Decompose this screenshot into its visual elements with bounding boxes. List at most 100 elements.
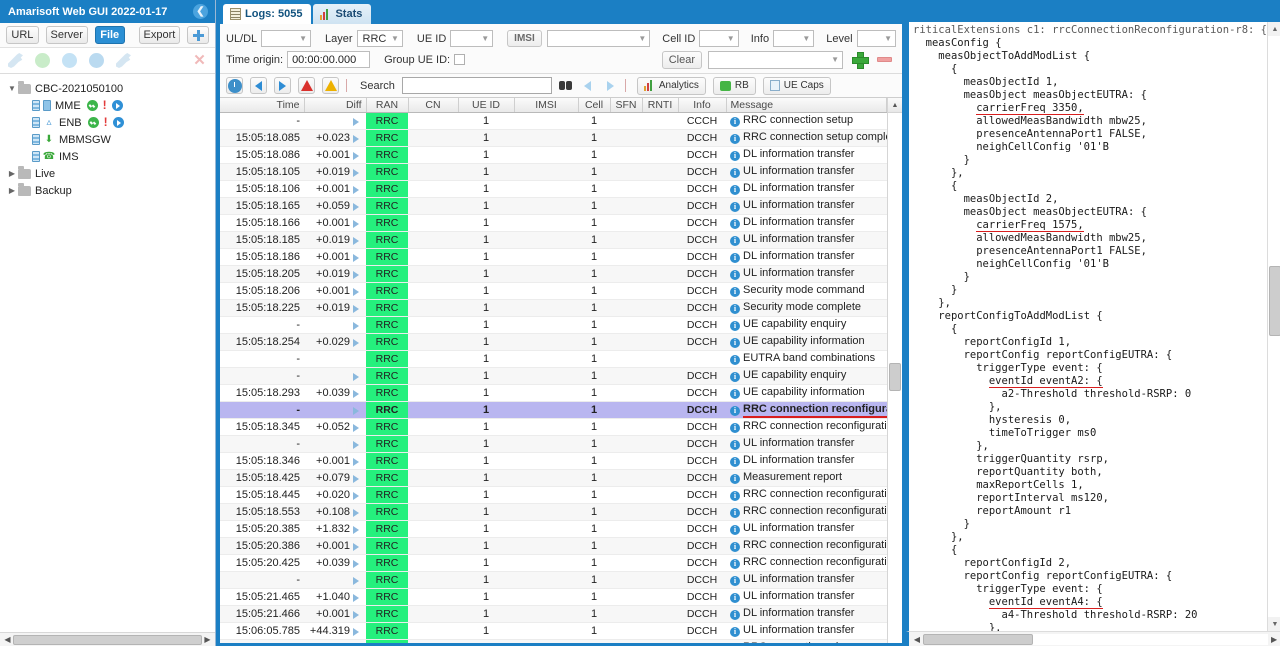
- detail-horizontal-scrollbar[interactable]: ◀ ▶: [906, 631, 1280, 646]
- scroll-track[interactable]: [887, 113, 902, 643]
- table-row[interactable]: 15:05:21.465 +1.040 RRC 1 1 DCCH i UL informati…: [220, 588, 887, 606]
- chevron-left-icon[interactable]: ❮: [193, 4, 208, 19]
- table-row[interactable]: 15:06:05.785 +44.319 RRC 1 1 DCCH i UL informat…: [220, 622, 887, 640]
- clock-icon[interactable]: [226, 77, 243, 94]
- scroll-up-icon[interactable]: ▲: [1268, 22, 1280, 36]
- table-row[interactable]: 15:05:18.425 +0.079 RRC 1 1 DCCH i Measurement …: [220, 469, 887, 487]
- scroll-thumb[interactable]: [13, 634, 202, 645]
- col-sfn[interactable]: SFN: [610, 98, 643, 113]
- tab-logs[interactable]: Logs: 5055: [223, 4, 312, 24]
- col-rnti[interactable]: RNTI: [642, 98, 679, 113]
- table-row[interactable]: -RRC11DCCHiRRC connection reconfiguratio…: [220, 401, 887, 419]
- play-circle-icon[interactable]: [89, 53, 104, 68]
- check-circle-icon[interactable]: [35, 53, 50, 68]
- cell-id-select[interactable]: ▼: [699, 30, 739, 47]
- refresh-icon[interactable]: [62, 53, 77, 68]
- play-icon[interactable]: [112, 117, 124, 128]
- minus-icon[interactable]: [877, 57, 892, 62]
- plus-icon[interactable]: [852, 52, 869, 69]
- scroll-down-icon[interactable]: ▼: [1268, 617, 1280, 631]
- table-row[interactable]: 15:05:18.186 +0.001 RRC 1 1 DCCH i DL informati…: [220, 248, 887, 266]
- col-ran[interactable]: RAN: [366, 98, 409, 113]
- col-time[interactable]: Time: [220, 98, 305, 113]
- col-ue-id[interactable]: UE ID: [458, 98, 515, 113]
- back-arrow-icon[interactable]: [250, 77, 267, 94]
- tree-item-enb[interactable]: ▵ ENB !: [4, 114, 215, 131]
- asn1-code-view[interactable]: riticalExtensions c1: rrcConnectionRecon…: [909, 22, 1268, 631]
- scroll-track[interactable]: [1267, 36, 1280, 617]
- scroll-right-icon[interactable]: ▶: [202, 635, 213, 644]
- time-origin-input[interactable]: 00:00:00.000: [287, 51, 371, 68]
- table-row[interactable]: 15:05:18.206 +0.001 RRC 1 1 DCCH i Security mod…: [220, 282, 887, 300]
- table-row[interactable]: - RRC 1 1 DCCH i UE capability enquiry: [220, 367, 887, 385]
- col-cell[interactable]: Cell: [578, 98, 611, 113]
- table-row[interactable]: 15:05:18.254 +0.029 RRC 1 1 DCCH i UE capabilit…: [220, 333, 887, 351]
- col-cn[interactable]: CN: [408, 98, 459, 113]
- error-icon[interactable]: [298, 77, 315, 94]
- add-icon[interactable]: [116, 53, 131, 68]
- imsi-button[interactable]: IMSI: [507, 30, 542, 47]
- table-row[interactable]: 15:05:20.385 +1.832 RRC 1 1 DCCH i UL informati…: [220, 520, 887, 538]
- scroll-left-icon[interactable]: ◀: [911, 635, 923, 644]
- layer-select[interactable]: RRC ▼: [356, 30, 403, 47]
- table-row[interactable]: 15:05:18.086 +0.001 RRC 1 1 DCCH i DL informati…: [220, 146, 887, 164]
- table-row[interactable]: - RRC 1 1 CCCH i RRC connection setup: [220, 112, 887, 130]
- table-row[interactable]: 15:05:18.225 +0.019 RRC 1 1 DCCH i Security mod…: [220, 299, 887, 317]
- level-select[interactable]: ▼: [856, 30, 896, 47]
- col-imsi[interactable]: IMSI: [514, 98, 579, 113]
- table-row[interactable]: 15:05:18.165 +0.059 RRC 1 1 DCCH i UL informati…: [220, 197, 887, 215]
- table-row[interactable]: 15:06:05.786+0.001RRC 1 1 DCCHiRRC connecti…: [220, 639, 887, 643]
- table-row[interactable]: - RRC 1 1 DCCH i UE capability enquiry: [220, 316, 887, 334]
- rb-button[interactable]: RB: [712, 76, 756, 95]
- table-row[interactable]: 15:05:18.185 +0.019 RRC 1 1 DCCH i UL informati…: [220, 231, 887, 249]
- tree-item-live[interactable]: ▶ Live: [4, 165, 215, 182]
- source-url-button[interactable]: URL: [6, 26, 39, 44]
- tree-item-ims[interactable]: ☎ IMS: [4, 148, 215, 165]
- clear-select[interactable]: ▼: [708, 50, 843, 69]
- clear-button[interactable]: Clear: [661, 50, 702, 69]
- source-server-button[interactable]: Server: [45, 26, 88, 44]
- ul-dl-select[interactable]: ▼: [261, 30, 312, 47]
- scroll-up-icon[interactable]: ▲: [887, 98, 902, 113]
- table-row[interactable]: 15:05:18.205 +0.019 RRC 1 1 DCCH i UL informati…: [220, 265, 887, 283]
- sidebar-horizontal-scrollbar[interactable]: ◀ ▶: [0, 632, 215, 646]
- detail-vertical-scrollbar[interactable]: ▲ ▼: [1267, 22, 1280, 631]
- prev-arrow-icon[interactable]: [583, 80, 591, 91]
- table-row[interactable]: 15:05:18.105 +0.019 RRC 1 1 DCCH i UL informati…: [220, 163, 887, 181]
- table-row[interactable]: 15:05:21.466 +0.001 RRC 1 1 DCCH i DL informati…: [220, 605, 887, 623]
- scroll-thumb[interactable]: [1268, 266, 1280, 336]
- table-row[interactable]: 15:05:20.386 +0.001 RRC 1 1 DCCH i RRC connecti…: [220, 537, 887, 555]
- ue-id-select[interactable]: ▼: [450, 30, 494, 47]
- log-vertical-scrollbar[interactable]: ▲: [887, 98, 902, 643]
- scroll-left-icon[interactable]: ◀: [2, 635, 13, 644]
- group-ue-id-checkbox[interactable]: [454, 54, 466, 65]
- warning-icon[interactable]: [322, 77, 339, 94]
- wrench-icon[interactable]: [8, 53, 23, 68]
- table-row[interactable]: - RRC 1 1 i EUTRA band combinations: [220, 350, 887, 368]
- export-button[interactable]: Export: [138, 26, 180, 44]
- chevron-down-icon[interactable]: ▼: [6, 84, 18, 93]
- ue-caps-button[interactable]: UE Caps: [762, 76, 831, 95]
- chevron-right-icon[interactable]: ▶: [6, 169, 18, 178]
- table-row[interactable]: 15:05:18.553 +0.108 RRC 1 1 DCCH i RRC connecti…: [220, 503, 887, 521]
- info-select[interactable]: ▼: [773, 30, 815, 47]
- table-row[interactable]: 15:05:20.425 +0.039 RRC 1 1 DCCH i RRC connecti…: [220, 554, 887, 572]
- next-arrow-icon[interactable]: [606, 80, 614, 91]
- search-input[interactable]: [401, 77, 552, 94]
- table-row[interactable]: - RRC 1 1 DCCH i UL information transfer: [220, 435, 887, 453]
- scroll-thumb[interactable]: [888, 363, 901, 391]
- analytics-button[interactable]: Analytics: [636, 76, 706, 95]
- table-row[interactable]: 15:05:18.345 +0.052 RRC 1 1 DCCH i RRC connecti…: [220, 418, 887, 436]
- imsi-select[interactable]: ▼: [546, 30, 651, 47]
- table-row[interactable]: 15:05:18.106 +0.001 RRC 1 1 DCCH i DL informati…: [220, 180, 887, 198]
- tree-item-backup[interactable]: ▶ Backup: [4, 182, 215, 199]
- source-file-button[interactable]: File: [94, 26, 125, 44]
- scroll-track[interactable]: [923, 633, 1269, 645]
- table-row[interactable]: 15:05:18.085 +0.023 RRC 1 1 DCCH i RRC connecti…: [220, 129, 887, 147]
- table-row[interactable]: - RRC 1 1 DCCH i UL information transfer: [220, 571, 887, 589]
- tree-item-mbmsgw[interactable]: ⬇ MBMSGW: [4, 131, 215, 148]
- tree-item-cbc[interactable]: ▼ CBC-2021050100: [4, 80, 215, 97]
- add-config-button[interactable]: [187, 26, 209, 44]
- col-info[interactable]: Info: [678, 98, 727, 113]
- table-row[interactable]: 15:05:18.346 +0.001 RRC 1 1 DCCH i DL informati…: [220, 452, 887, 470]
